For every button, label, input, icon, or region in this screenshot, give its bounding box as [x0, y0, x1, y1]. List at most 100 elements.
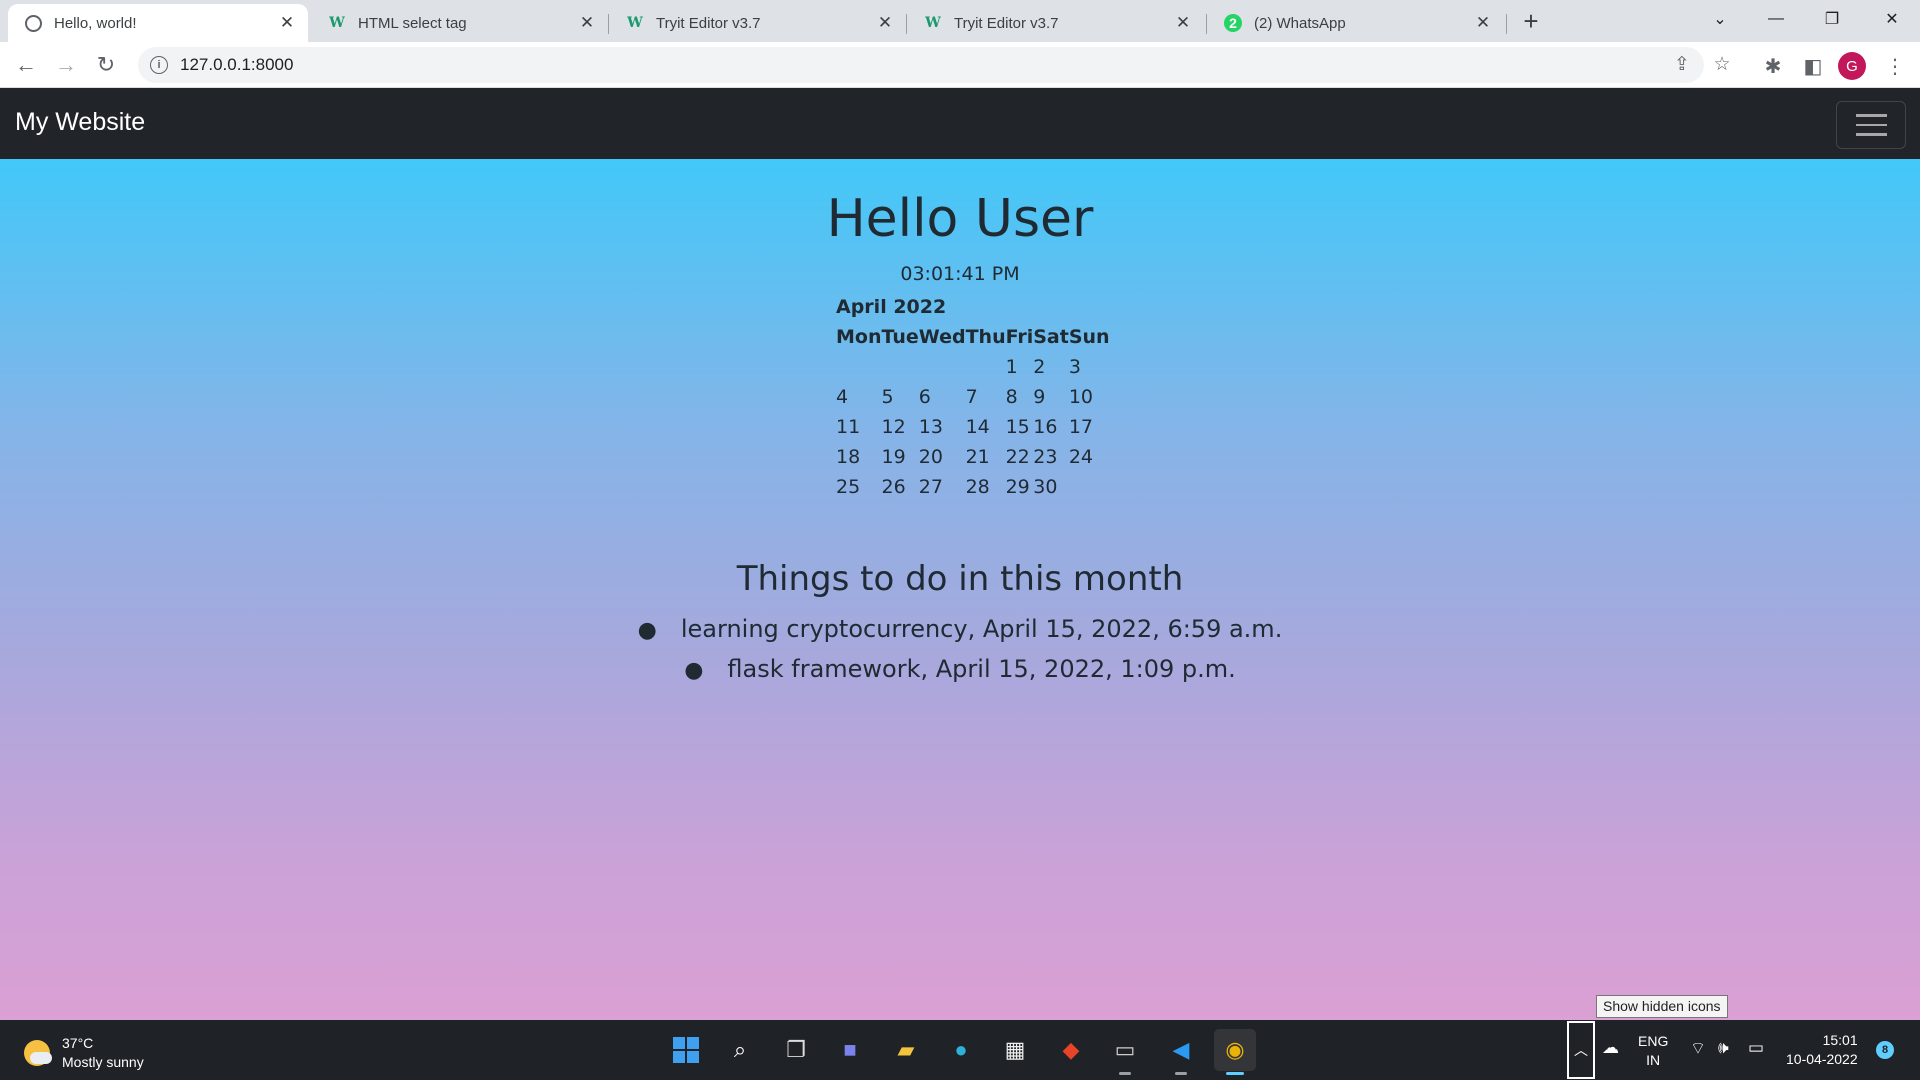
w3schools-icon: W: [627, 15, 643, 31]
weekday-header: Thu: [965, 326, 1006, 348]
running-indicator: [1119, 1072, 1131, 1075]
weekday-header: Tue: [881, 326, 919, 348]
bookmark-star-icon[interactable]: ☆: [1708, 50, 1736, 78]
tab-title: Tryit Editor v3.7: [656, 14, 761, 32]
teams-chat-button[interactable]: ■: [829, 1029, 871, 1071]
git-app-button[interactable]: ◆: [1050, 1029, 1092, 1071]
globe-icon: [24, 14, 42, 32]
minimize-button[interactable]: —: [1748, 0, 1804, 38]
restore-button[interactable]: ❐: [1804, 0, 1860, 38]
reload-button[interactable]: ↻: [90, 49, 122, 81]
tab-search-chevron-icon[interactable]: ⌄: [1692, 0, 1748, 38]
show-hidden-icons-tooltip: Show hidden icons: [1596, 995, 1728, 1018]
weekday-header: Fri: [1005, 326, 1034, 348]
calendar-day: 2: [1033, 356, 1046, 378]
partly-sunny-icon: [24, 1040, 52, 1066]
close-icon[interactable]: ✕: [874, 12, 896, 34]
show-hidden-icons-button[interactable]: ︿: [1567, 1021, 1595, 1079]
greeting-heading: Hello User: [826, 189, 1094, 249]
weekday-header: Wed: [918, 326, 966, 348]
calendar-day: 19: [881, 446, 906, 468]
browser-tab-strip: Hello, world! ✕ W HTML select tag ✕ W Tr…: [0, 0, 1920, 42]
volume-icon[interactable]: 🕪: [1718, 1038, 1729, 1058]
notification-badge[interactable]: 8: [1876, 1041, 1894, 1059]
weather-widget[interactable]: 37°C Mostly sunny: [24, 1034, 144, 1072]
calendar-day: 3: [1068, 356, 1081, 378]
start-button[interactable]: [665, 1029, 707, 1071]
clock-time: 15:01: [1822, 1032, 1858, 1048]
microsoft-store-button[interactable]: ▦: [994, 1029, 1036, 1071]
tab-title: HTML select tag: [358, 14, 467, 32]
close-icon[interactable]: ✕: [276, 12, 298, 34]
calendar-day: 16: [1033, 416, 1058, 438]
address-bar[interactable]: i 127.0.0.1:8000: [138, 47, 1704, 83]
profile-avatar[interactable]: G: [1838, 52, 1866, 80]
calendar-day: [1069, 472, 1110, 502]
chrome-button[interactable]: ◉: [1214, 1029, 1256, 1075]
site-brand[interactable]: My Website: [15, 108, 145, 137]
url-text: 127.0.0.1:8000: [180, 55, 294, 74]
tab-title: (2) WhatsApp: [1254, 14, 1346, 32]
bullet-icon: ●: [684, 658, 704, 683]
windows-taskbar: 37°C Mostly sunny ⌕ ❐ ■ ▰ ● ▦ ◆ ▭ ◀ ◉ ︿ …: [0, 1020, 1920, 1080]
new-tab-button[interactable]: +: [1516, 6, 1546, 36]
battery-icon[interactable]: ▭: [1748, 1038, 1764, 1058]
calendar: April 2022 Mon Tue Wed Thu Fri Sat Sun 1…: [836, 292, 1110, 502]
bullet-icon: ●: [637, 618, 657, 643]
tab-tryit-editor-2[interactable]: W Tryit Editor v3.7 ✕: [908, 4, 1204, 42]
calendar-day: 9: [1033, 386, 1046, 408]
onedrive-cloud-icon[interactable]: ☁: [1602, 1038, 1619, 1058]
file-explorer-button[interactable]: ▰: [885, 1029, 927, 1071]
tab-separator: [608, 14, 609, 34]
tab-tryit-editor[interactable]: W Tryit Editor v3.7 ✕: [610, 4, 906, 42]
tab-separator: [906, 14, 907, 34]
tab-whatsapp[interactable]: 2 (2) WhatsApp ✕: [1208, 4, 1504, 42]
calendar-day: 7: [965, 386, 978, 408]
calendar-week-row: 1 2 3: [836, 352, 1110, 382]
calendar-day: 27: [918, 476, 943, 498]
forward-button[interactable]: →: [50, 49, 82, 81]
page-viewport: My Website Hello User 03:01:41 PM April …: [0, 88, 1920, 1020]
terminal-button[interactable]: ▭: [1104, 1029, 1146, 1075]
tab-separator: [1506, 14, 1507, 34]
weather-text: 37°C Mostly sunny: [62, 1034, 144, 1072]
w3schools-icon: W: [925, 15, 941, 31]
calendar-table: Mon Tue Wed Thu Fri Sat Sun 1 2 3 4 5 6 …: [836, 322, 1110, 502]
system-clock[interactable]: 15:01 10-04-2022: [1786, 1031, 1858, 1069]
site-info-icon[interactable]: i: [150, 56, 168, 74]
navbar-toggler-button[interactable]: [1836, 101, 1906, 149]
close-window-button[interactable]: ✕: [1864, 0, 1920, 38]
share-icon[interactable]: ⇪: [1668, 50, 1696, 78]
vscode-button[interactable]: ◀: [1160, 1029, 1202, 1075]
calendar-day: 17: [1068, 416, 1094, 438]
todo-list: ● learning cryptocurrency, April 15, 2022…: [0, 609, 1920, 689]
close-icon[interactable]: ✕: [1472, 12, 1494, 34]
todo-item: ● flask framework, April 15, 2022, 1:09 p…: [0, 649, 1920, 689]
close-icon[interactable]: ✕: [576, 12, 598, 34]
task-view-button[interactable]: ❐: [775, 1029, 817, 1071]
calendar-month: April 2022: [836, 296, 947, 318]
tab-html-select-tag[interactable]: W HTML select tag ✕: [312, 4, 608, 42]
w3schools-icon: W: [329, 15, 345, 31]
back-button[interactable]: ←: [10, 49, 42, 81]
site-navbar: My Website: [0, 88, 1920, 159]
menu-kebab-icon[interactable]: ⋮: [1880, 51, 1910, 81]
input-language-indicator[interactable]: ENG IN: [1638, 1032, 1668, 1070]
weekday-header: Sat: [1033, 326, 1069, 348]
wifi-icon[interactable]: ⌔: [1690, 1038, 1706, 1059]
side-panel-icon[interactable]: ◧: [1798, 51, 1828, 81]
calendar-day: 4: [836, 386, 849, 408]
calendar-day: 12: [881, 416, 906, 438]
todo-item-text: learning cryptocurrency, April 15, 2022,…: [680, 615, 1283, 643]
hamburger-line: [1855, 123, 1887, 127]
search-button[interactable]: ⌕: [719, 1029, 761, 1071]
calendar-day: [836, 352, 882, 382]
browser-toolbar: ← → ↻ i 127.0.0.1:8000 ⇪ ☆: [0, 42, 1920, 88]
edge-browser-button[interactable]: ●: [940, 1029, 982, 1071]
tab-separator: [1206, 14, 1207, 34]
tab-hello-world[interactable]: Hello, world! ✕: [8, 4, 308, 42]
extensions-icon[interactable]: ✱: [1758, 51, 1788, 81]
close-icon[interactable]: ✕: [1172, 12, 1194, 34]
calendar-week-row: 11 12 13 14 15 16 17: [836, 412, 1110, 442]
todo-item-text: flask framework, April 15, 2022, 1:09 p.…: [727, 655, 1236, 683]
